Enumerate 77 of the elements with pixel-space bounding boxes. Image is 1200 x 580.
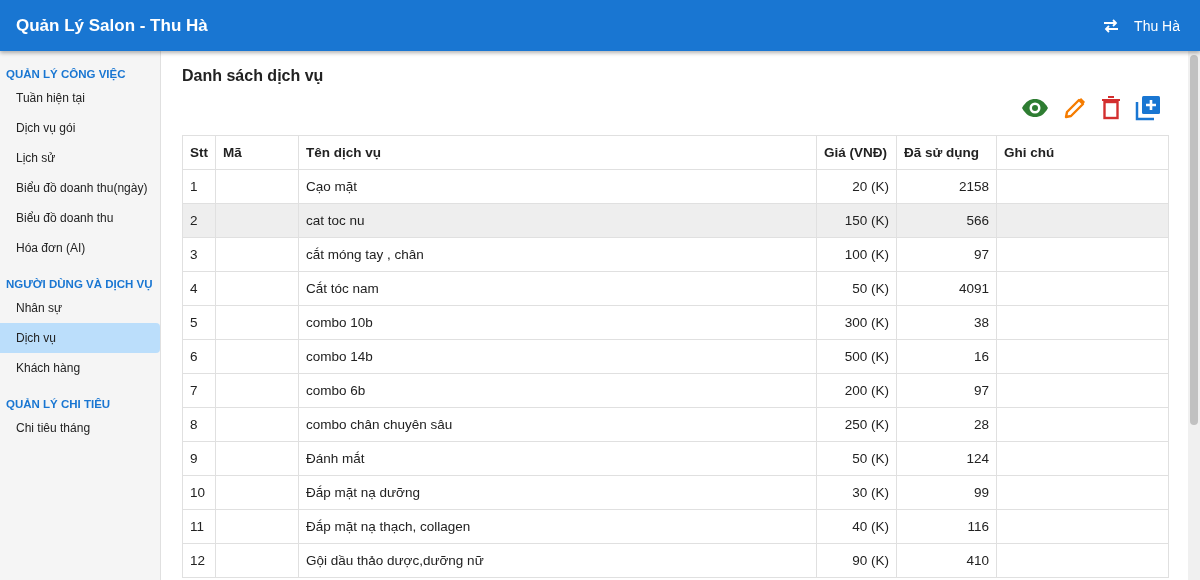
table-cell: 50 (K) (852, 281, 889, 296)
eye-icon[interactable] (1021, 98, 1049, 118)
column-header: Tên dịch vụ (298, 135, 817, 170)
table-cell: 6 (190, 349, 198, 364)
table-cell: 4 (190, 281, 198, 296)
table-row[interactable]: 2 cat toc nu 150 (K) 566 (182, 203, 1169, 238)
table-cell: Gội dầu thảo dược,dưỡng nữ (306, 553, 484, 568)
table-cell: Cạo mặt (306, 179, 358, 194)
table-cell: combo 10b (306, 315, 373, 330)
column-header: Stt (182, 135, 216, 170)
table-cell: 30 (K) (852, 485, 889, 500)
table-cell: 8 (190, 417, 198, 432)
table-cell: combo chân chuyên sâu (306, 417, 453, 432)
table-cell: 410 (966, 553, 989, 568)
table-cell: 1 (190, 179, 198, 194)
table-cell: 200 (K) (844, 383, 889, 398)
table-cell: combo 14b (306, 349, 373, 364)
table-cell: 500 (K) (844, 349, 889, 364)
pencil-icon[interactable] (1063, 96, 1087, 120)
column-header: Ghi chú (996, 135, 1169, 170)
table-cell: 150 (K) (844, 213, 889, 228)
table-cell: 2 (190, 213, 198, 228)
sidebar-item[interactable]: Tuần hiện tại (0, 83, 160, 113)
user-name[interactable]: Thu Hà (1134, 17, 1180, 34)
swap-icon[interactable] (1102, 18, 1121, 33)
table-cell: cắt móng tay , chân (306, 247, 424, 262)
table-cell: 90 (K) (852, 553, 889, 568)
table-cell: 99 (973, 485, 989, 500)
add-icon[interactable] (1135, 95, 1161, 121)
table-cell: 11 (190, 519, 204, 534)
sidebar-item[interactable]: Nhân sự (0, 293, 160, 323)
table-cell: 116 (967, 519, 989, 534)
table-cell: 5 (190, 315, 198, 330)
column-header: Đã sử dụng (896, 135, 997, 170)
column-header: Mã (215, 135, 299, 170)
table-cell: 124 (966, 451, 989, 466)
table-cell: 40 (K) (852, 519, 889, 534)
sidebar-item[interactable]: Khách hàng (0, 353, 160, 383)
table-cell: Cắt tóc nam (306, 281, 379, 296)
table-cell: 10 (190, 485, 206, 500)
section-heading: NGƯỜI DÙNG VÀ DỊCH VỤ (5, 277, 154, 293)
table-cell: 97 (973, 383, 989, 398)
table-cell: 100 (K) (844, 247, 889, 262)
table-cell: 7 (190, 383, 198, 398)
table-cell: 50 (K) (852, 451, 889, 466)
table-cell: 20 (K) (852, 179, 889, 194)
table-cell: 300 (K) (844, 315, 889, 330)
trash-icon[interactable] (1101, 96, 1121, 120)
table-cell: 97 (973, 247, 989, 262)
app-title: Quản Lý Salon - Thu Hà (16, 15, 208, 36)
section-heading: QUẢN LÝ CHI TIÊU (5, 397, 112, 412)
section-heading: QUẢN LÝ CÔNG VIỆC (5, 67, 127, 83)
sidebar-item[interactable]: Chi tiêu tháng (0, 413, 160, 443)
table-cell: 9 (190, 451, 198, 466)
sidebar-item[interactable]: Hóa đơn (AI) (0, 233, 160, 263)
scrollbar[interactable] (1188, 51, 1200, 580)
table-cell: 3 (190, 247, 198, 262)
table-cell: Đắp mặt nạ thạch, collagen (306, 519, 471, 534)
table-cell: 566 (966, 213, 989, 228)
table-cell: 4091 (958, 281, 989, 296)
table-cell: Đắp mặt nạ dưỡng (306, 485, 420, 500)
table-cell: 16 (973, 349, 989, 364)
table-cell: 12 (190, 553, 206, 568)
table-cell: 250 (K) (844, 417, 889, 432)
table-cell: 28 (973, 417, 989, 432)
page-title: Danh sách dịch vụ (182, 67, 325, 85)
table-cell: 38 (973, 315, 989, 330)
sidebar-item[interactable]: Lịch sử (0, 143, 160, 173)
sidebar-item[interactable]: Dịch vụ (0, 323, 160, 353)
column-header: Giá (VNĐ) (816, 135, 897, 170)
table-cell: 2158 (958, 179, 989, 194)
sidebar-item[interactable]: Dịch vụ gói (0, 113, 160, 143)
table-cell: Đánh mắt (306, 451, 365, 466)
sidebar-item[interactable]: Biểu đồ doanh thu (0, 203, 160, 233)
table-cell: cat toc nu (306, 213, 365, 228)
table-cell: combo 6b (306, 383, 366, 398)
sidebar-item[interactable]: Biểu đồ doanh thu(ngày) (0, 173, 160, 203)
